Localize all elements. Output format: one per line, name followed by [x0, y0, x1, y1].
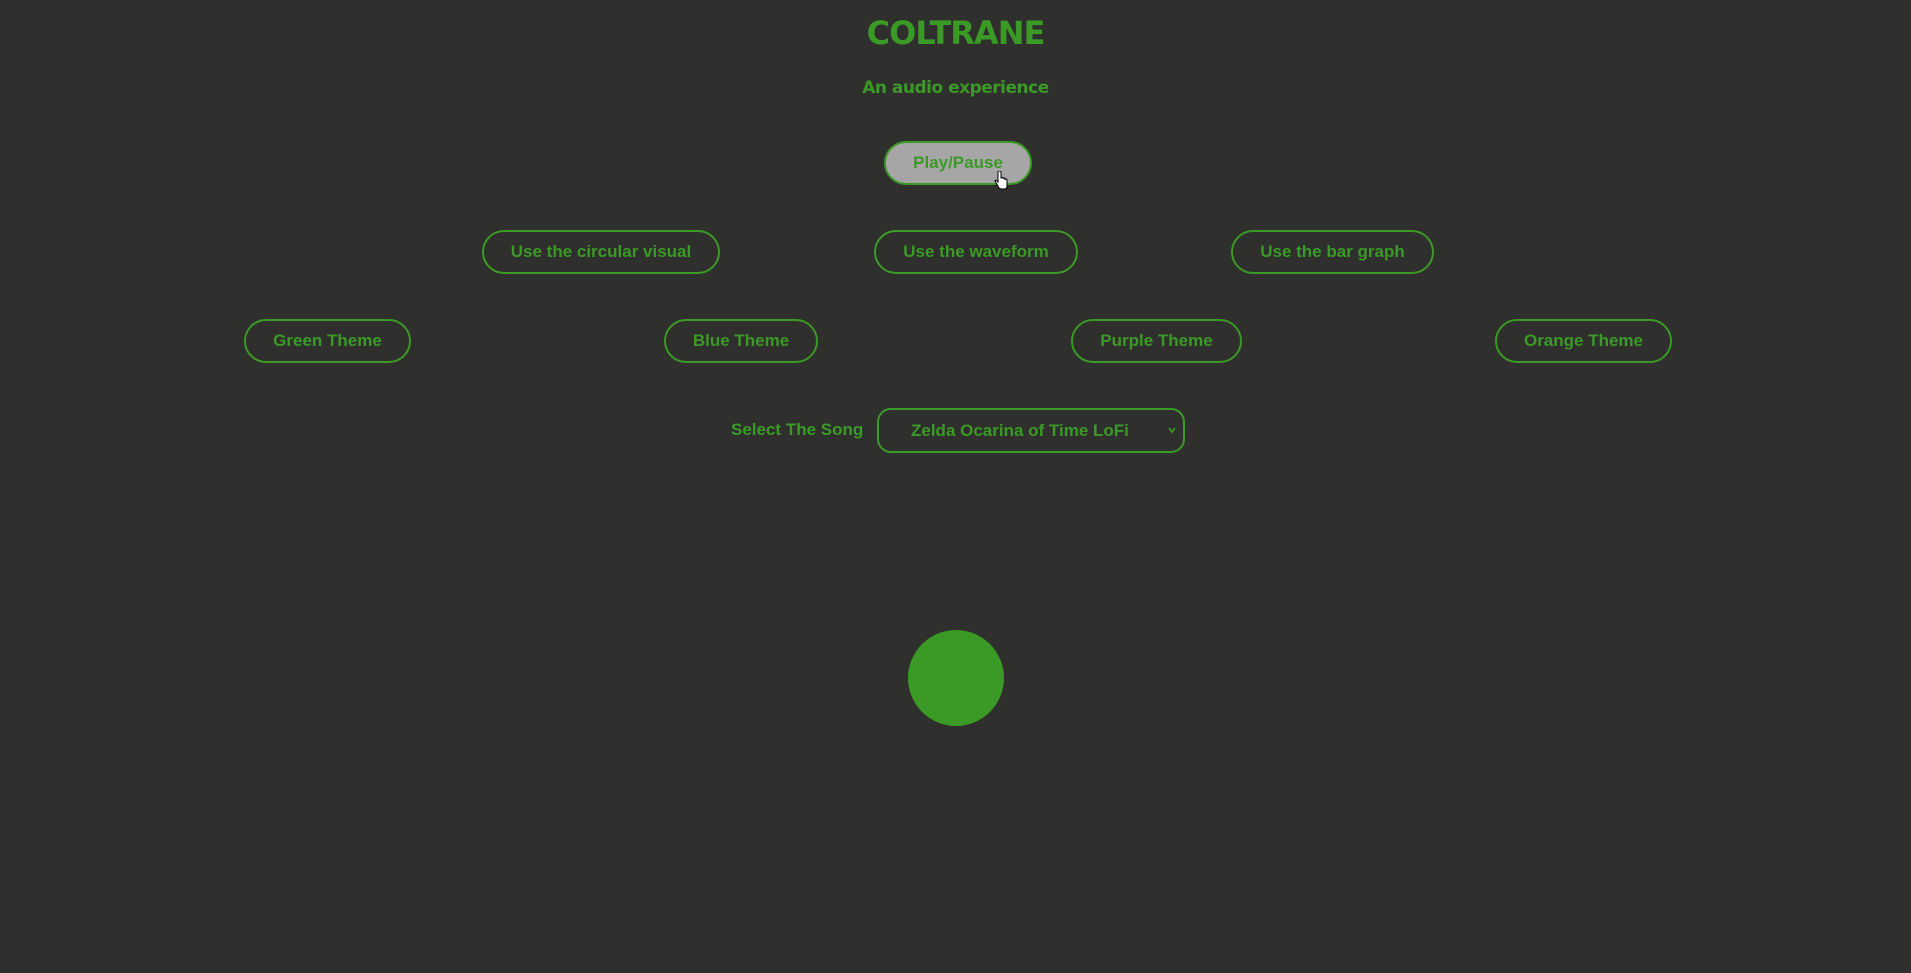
blue-theme-button[interactable]: Blue Theme: [664, 319, 818, 363]
bar-graph-button[interactable]: Use the bar graph: [1231, 230, 1434, 274]
chevron-down-icon: [1167, 410, 1177, 467]
play-pause-button[interactable]: Play/Pause: [884, 141, 1032, 185]
audio-visualizer-circle: [908, 630, 1004, 726]
song-select-label: Select The Song: [731, 420, 864, 439]
circular-visual-button[interactable]: Use the circular visual: [482, 230, 720, 274]
song-select-value: Zelda Ocarina of Time LoFi: [911, 421, 1129, 440]
hand-pointer-icon: [994, 170, 1008, 191]
purple-theme-button[interactable]: Purple Theme: [1071, 319, 1242, 363]
song-select[interactable]: Zelda Ocarina of Time LoFi: [877, 408, 1185, 453]
app-subtitle: An audio experience: [862, 78, 1049, 98]
app-title: COLTRANE: [866, 14, 1046, 52]
green-theme-button[interactable]: Green Theme: [244, 319, 411, 363]
waveform-button[interactable]: Use the waveform: [874, 230, 1078, 274]
orange-theme-button[interactable]: Orange Theme: [1495, 319, 1672, 363]
